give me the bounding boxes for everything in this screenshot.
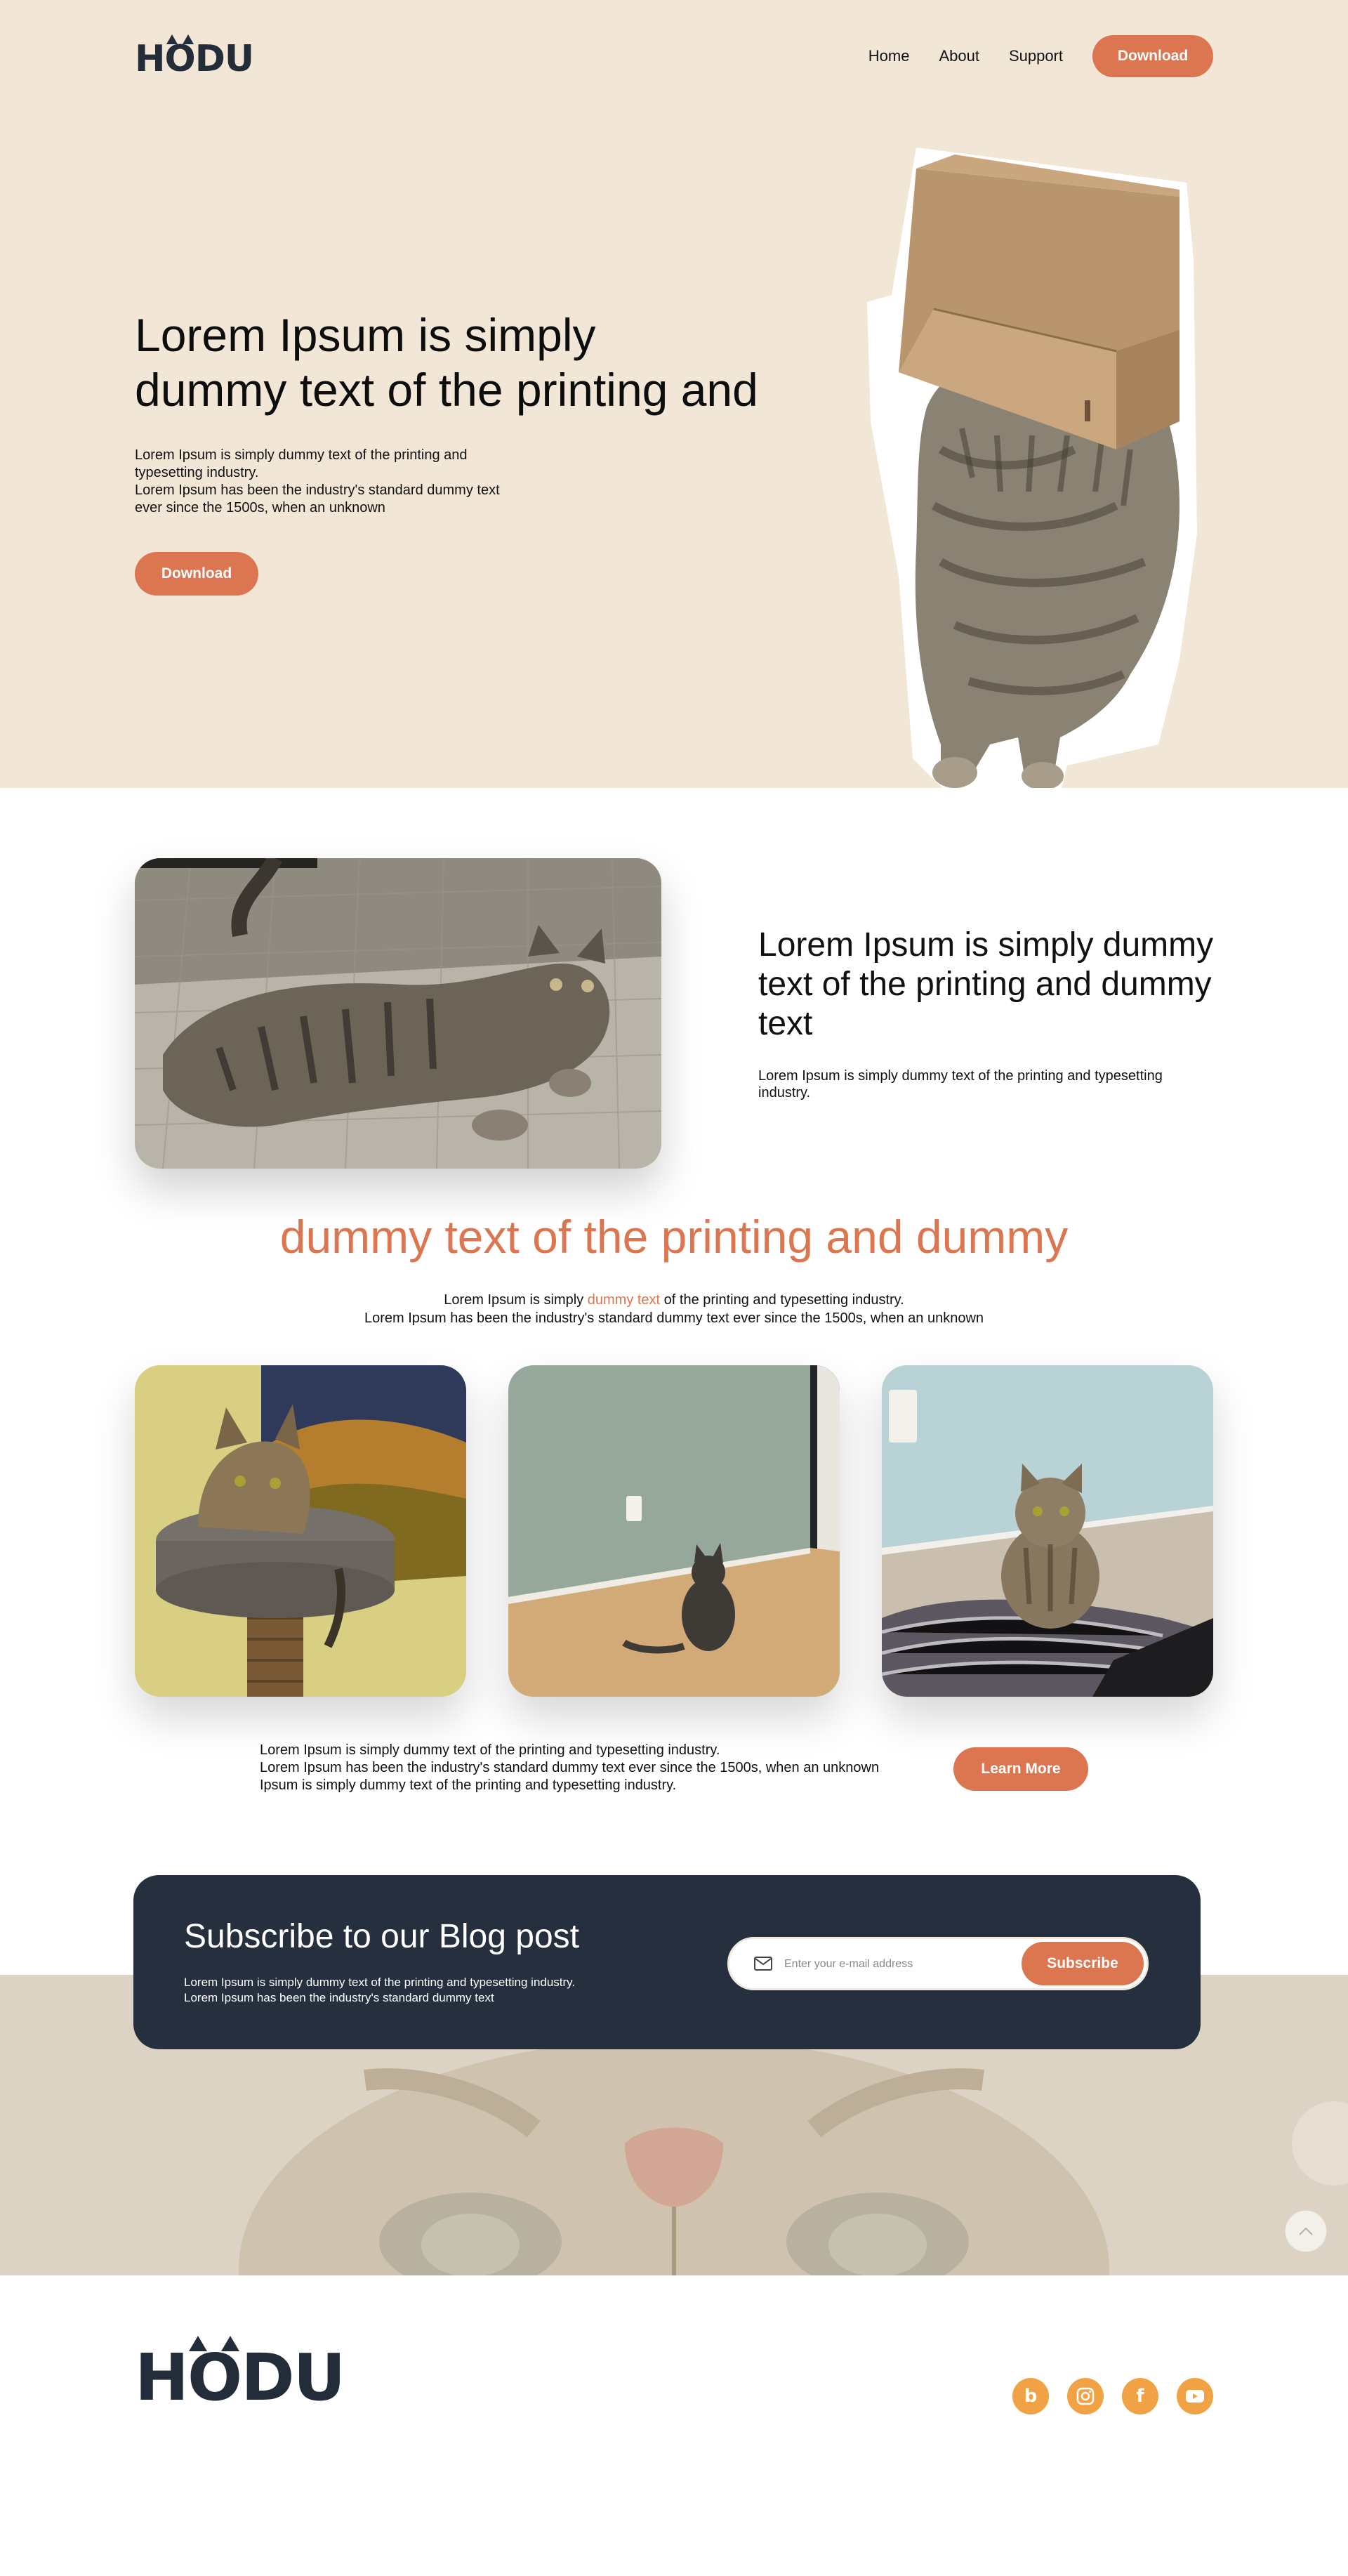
footer-logo[interactable]: HODU	[135, 2336, 345, 2410]
hero-title-line1: Lorem Ipsum is simply	[135, 309, 596, 361]
hero-download-button[interactable]: Download	[135, 552, 258, 596]
hero-text-line: Lorem Ipsum is simply dummy text of the …	[135, 447, 468, 463]
hero-description: Lorem Ipsum is simply dummy text of the …	[135, 447, 542, 517]
nav-link-support[interactable]: Support	[1009, 47, 1063, 65]
instagram-icon[interactable]	[1067, 2378, 1104, 2414]
nav-link-home[interactable]: Home	[868, 47, 910, 65]
hero-text-line: typesetting industry.	[135, 465, 259, 480]
nav-download-button[interactable]: Download	[1092, 35, 1213, 77]
cta-text-line: Lorem Ipsum is simply dummy text of the …	[260, 1742, 720, 1758]
facebook-icon[interactable]: f	[1122, 2378, 1158, 2414]
gallery-intro: dummy text of the printing and dummy Lor…	[0, 1209, 1348, 1327]
top-nav: HODU Home About Support Download	[0, 32, 1348, 81]
logo[interactable]: HODU	[135, 34, 254, 80]
cta-text-line: Ipsum is simply dummy text of the printi…	[260, 1777, 677, 1793]
feature-section: Lorem Ipsum is simply dummy text of the …	[0, 788, 1348, 1209]
subscribe-card: Subscribe to our Blog post Lorem Ipsum i…	[133, 1875, 1201, 2049]
hero-text-line: ever since the 1500s, when an unknown	[135, 500, 385, 515]
cat-on-bed-image	[135, 858, 661, 1169]
facebook-glyph: f	[1136, 2386, 1144, 2407]
subscribe-text-line: Lorem Ipsum is simply dummy text of the …	[184, 1976, 576, 1989]
social-links: b f	[1012, 2378, 1213, 2414]
hero-section: HODU Home About Support Download Lorem I…	[0, 0, 1348, 788]
gallery-grid	[0, 1327, 1348, 1721]
subscribe-text-line: Lorem Ipsum has been the industry's stan…	[184, 1991, 494, 2004]
intro-text-start: Lorem Ipsum is simply	[444, 1292, 588, 1308]
footer-logo-text: HODU	[135, 2336, 345, 2415]
intro-text-line2: Lorem Ipsum has been the industry's stan…	[364, 1310, 984, 1326]
youtube-icon[interactable]	[1177, 2378, 1213, 2414]
cta-row: Lorem Ipsum is simply dummy text of the …	[0, 1721, 1348, 1875]
gallery-intro-text: Lorem Ipsum is simply dummy text of the …	[0, 1291, 1348, 1327]
learn-more-button[interactable]: Learn More	[953, 1747, 1088, 1791]
nav-link-about[interactable]: About	[939, 47, 979, 65]
feature-text: Lorem Ipsum is simply dummy text of the …	[758, 1068, 1163, 1100]
nav-links: Home About Support Download	[868, 35, 1213, 77]
hero-title-line2: dummy text of the printing and	[135, 364, 758, 416]
chevron-up-icon	[1299, 2227, 1313, 2235]
intro-text-highlight: dummy text	[587, 1292, 661, 1308]
hero-text-line: Lorem Ipsum has been the industry's stan…	[135, 482, 500, 498]
cta-text-line: Lorem Ipsum has been the industry's stan…	[260, 1760, 880, 1775]
mail-icon	[754, 1957, 772, 1971]
gallery-card-cat-on-tree	[135, 1365, 466, 1697]
email-input[interactable]	[784, 1949, 1009, 1980]
blog-glyph: b	[1024, 2386, 1038, 2407]
gallery-card-cat-facing-wall	[508, 1365, 840, 1697]
footer: HODU b f	[0, 2296, 1348, 2437]
cat-in-box-image	[867, 147, 1197, 788]
intro-text-end: of the printing and typesetting industry…	[660, 1292, 904, 1308]
subscribe-section: Subscribe to our Blog post Lorem Ipsum i…	[0, 1875, 1348, 2296]
cta-text: Lorem Ipsum is simply dummy text of the …	[260, 1742, 927, 1794]
instagram-glyph	[1076, 2387, 1095, 2405]
feature-title: Lorem Ipsum is simply dummy text of the …	[758, 926, 1214, 1042]
youtube-glyph	[1186, 2390, 1204, 2403]
subscribe-form: Subscribe	[727, 1937, 1149, 1990]
gallery-title: dummy text of the printing and dummy	[279, 1211, 1069, 1263]
subscribe-text: Lorem Ipsum is simply dummy text of the …	[184, 1975, 675, 2006]
subscribe-button[interactable]: Subscribe	[1022, 1942, 1144, 1985]
blog-icon[interactable]: b	[1012, 2378, 1049, 2414]
logo-text: HODU	[135, 34, 254, 80]
gallery-card-cat-on-blanket	[882, 1365, 1213, 1697]
hero-title: Lorem Ipsum is simply dummy text of the …	[135, 308, 781, 417]
subscribe-title: Subscribe to our Blog post	[184, 1918, 579, 1955]
scroll-to-top-button[interactable]	[1285, 2210, 1327, 2252]
